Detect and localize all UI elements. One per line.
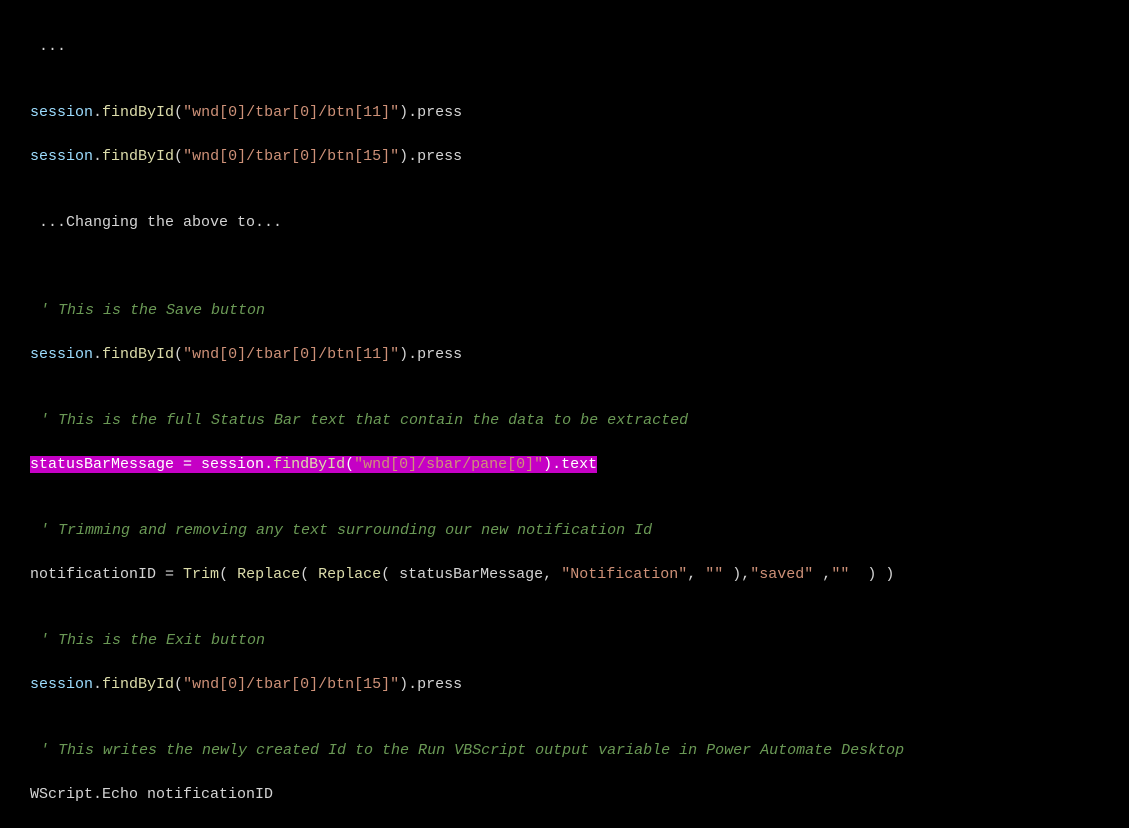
code-line: session.findById("wnd[0]/tbar[0]/btn[11]… (30, 344, 1099, 366)
code-line: ...Changing the above to... (30, 212, 1099, 234)
code-comment: ' Trimming and removing any text surroun… (30, 520, 1099, 542)
code-comment: ' This is the Exit button (30, 630, 1099, 652)
code-line: ... (30, 36, 1099, 58)
code-comment: ' This is the Save button (30, 300, 1099, 322)
code-line: session.findById("wnd[0]/tbar[0]/btn[15]… (30, 146, 1099, 168)
code-line: WScript.Echo notificationID (30, 784, 1099, 806)
code-line-highlighted: statusBarMessage = session.findById("wnd… (30, 454, 1099, 476)
code-comment: ' This is the full Status Bar text that … (30, 410, 1099, 432)
code-line: session.findById("wnd[0]/tbar[0]/btn[11]… (30, 102, 1099, 124)
code-comment: ' This writes the newly created Id to th… (30, 740, 1099, 762)
code-editor[interactable]: ... session.findById("wnd[0]/tbar[0]/btn… (30, 36, 1099, 828)
code-line: session.findById("wnd[0]/tbar[0]/btn[15]… (30, 674, 1099, 696)
